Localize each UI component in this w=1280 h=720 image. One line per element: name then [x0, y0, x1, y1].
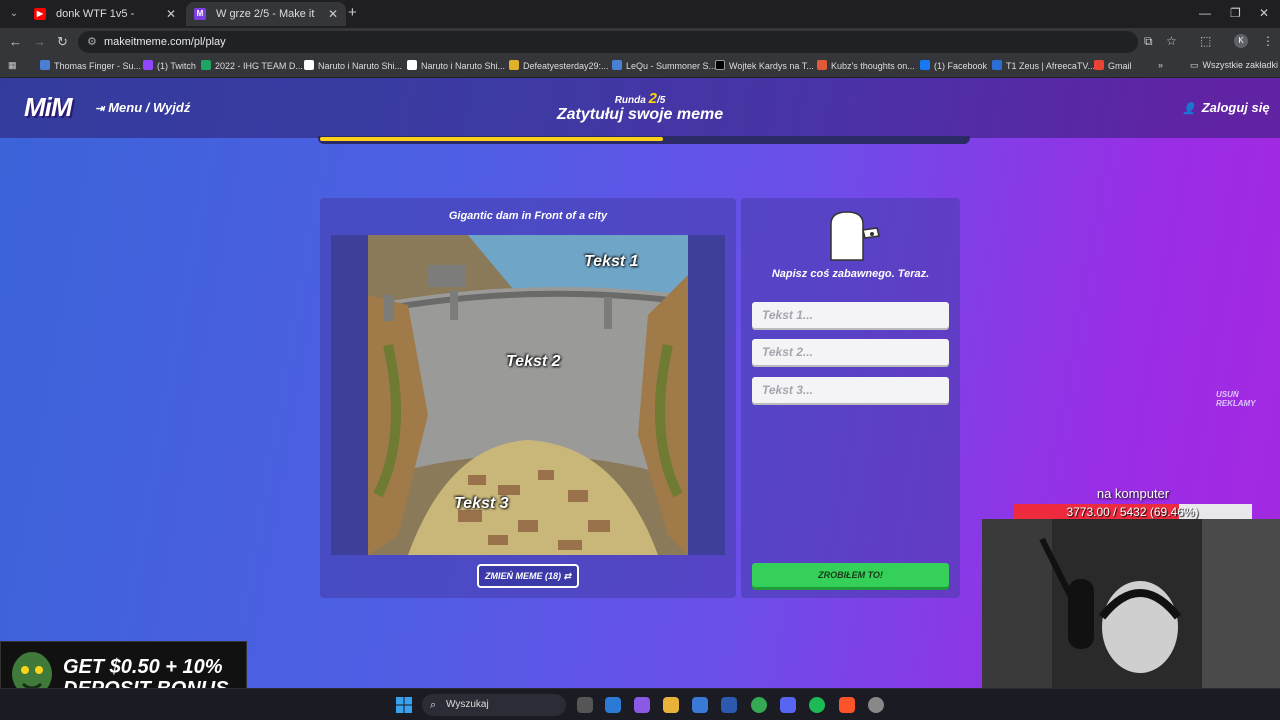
game-header: MiM ⇥ Menu / Wyjdź Runda 2/5 Zatytułuj sw…	[0, 78, 1280, 138]
meme-card: Gigantic dam in Front of a city Tekst 1 …	[320, 198, 736, 598]
settings-icon[interactable]	[868, 697, 884, 713]
bookmark-item[interactable]: (1) Facebook	[920, 60, 987, 71]
close-tab-icon[interactable]: ✕	[328, 2, 338, 26]
address-bar[interactable]: ⚙ makeitmeme.com/pl/play	[78, 31, 1138, 53]
bookmark-item[interactable]: 2022 - IHG TEAM D...	[201, 60, 303, 71]
tab-search-icon[interactable]: ⌄	[6, 6, 22, 22]
mim-icon: M	[194, 8, 206, 20]
meme-frame: Tekst 1 Tekst 2 Tekst 3	[331, 235, 725, 555]
reload-icon[interactable]: ↻	[57, 34, 68, 50]
tab-youtube[interactable]: ▶ donk WTF 1v5 - YouTube ✕	[26, 2, 184, 44]
swap-icon: ⇄	[563, 571, 572, 581]
ad-headline: GET $0.50 + 10%	[63, 656, 223, 678]
windows-start-icon[interactable]	[396, 697, 412, 713]
caption-input-2[interactable]	[752, 339, 949, 365]
done-button[interactable]: ZROBIŁEM TO!	[752, 563, 949, 587]
bookmark-item[interactable]: (1) Twitch	[143, 60, 196, 71]
remove-ads-link[interactable]: USUŃ REKLAMY	[1216, 390, 1280, 408]
bookmark-item[interactable]: Naruto i Naruto Shi...	[407, 60, 505, 71]
meme-text-slot-3: Tekst 3	[454, 495, 509, 512]
all-bookmarks-folder[interactable]: ▭ Wszystkie zakładki	[1190, 60, 1278, 71]
youtube-icon: ▶	[34, 8, 46, 20]
chrome-icon[interactable]	[751, 697, 767, 713]
caption-panel: Napisz coś zabawnego. Teraz. ZROBIŁEM TO…	[741, 198, 960, 598]
bookmark-item[interactable]: Thomas Finger - Su...	[40, 60, 141, 71]
caption-input-1[interactable]	[752, 302, 949, 328]
discord-icon[interactable]	[780, 697, 796, 713]
bookmark-item[interactable]: Wojtek Kardys na T...	[715, 60, 814, 71]
bookmark-item[interactable]: T1 Zeus | AfreecaTV...	[992, 60, 1095, 71]
user-icon: 👤	[1182, 103, 1196, 115]
bookmark-item[interactable]: Defeatyesterday29:...	[509, 60, 609, 71]
change-meme-button[interactable]: ZMIEŃ MEME (18) ⇄	[477, 564, 579, 588]
bookmark-item[interactable]: LeQu - Summoner S...	[612, 60, 716, 71]
menu-exit-button[interactable]: ⇥ Menu / Wyjdź	[95, 100, 190, 115]
url-text: makeitmeme.com/pl/play	[104, 36, 226, 48]
taskbar-search[interactable]: ⌕ Wyszukaj	[422, 694, 566, 716]
caption-input-3[interactable]	[752, 377, 949, 403]
login-button[interactable]: 👤 Zaloguj się	[1182, 100, 1270, 115]
file-explorer-icon[interactable]	[663, 697, 679, 713]
bookmark-item[interactable]: Naruto i Naruto Shi...	[304, 60, 402, 71]
meme-image: Tekst 1 Tekst 2 Tekst 3	[368, 235, 688, 555]
exit-icon: ⇥	[95, 103, 105, 115]
search-icon: ⌕	[430, 699, 437, 711]
back-icon[interactable]: ←	[9, 34, 22, 49]
meme-text-slot-2: Tekst 2	[506, 353, 561, 370]
close-window-button[interactable]: ✕	[1259, 6, 1269, 20]
more-bookmarks-icon[interactable]: »	[1158, 60, 1163, 70]
stream-goal-text: 3773.00 / 5432 (69.46%)	[1066, 505, 1199, 519]
close-tab-icon[interactable]: ✕	[166, 2, 176, 26]
site-info-icon[interactable]: ⚙	[87, 35, 97, 48]
meme-title: Gigantic dam in Front of a city	[448, 210, 608, 222]
mascot-icon	[830, 211, 880, 261]
copilot-icon[interactable]	[634, 697, 650, 713]
app-icon[interactable]	[721, 697, 737, 713]
brave-icon[interactable]	[839, 697, 855, 713]
folder-icon: ▭	[1190, 60, 1199, 70]
mim-logo[interactable]: MiM	[24, 92, 73, 123]
apps-grid-icon[interactable]: ▦	[8, 60, 17, 71]
round-timer-fill	[320, 137, 664, 141]
minimize-button[interactable]: —	[1199, 6, 1211, 20]
page-title: Zatytułuj swoje meme	[556, 106, 724, 123]
browser-menu-icon[interactable]: ⋮	[1262, 34, 1274, 48]
windows-taskbar: ⌕ Wyszukaj	[0, 688, 1280, 720]
profile-avatar[interactable]: K	[1234, 34, 1248, 48]
install-app-icon[interactable]: ⧉	[1144, 34, 1153, 49]
restore-button[interactable]: ❐	[1230, 6, 1241, 20]
round-indicator: Runda 2/5	[614, 90, 666, 107]
browser-tab-bar: ⌄ ▶ donk WTF 1v5 - YouTube ✕ M W grze 2/…	[0, 0, 1280, 44]
tab-make-it-meme[interactable]: M W grze 2/5 - Make it Meme ✕	[186, 2, 346, 44]
caption-prompt: Napisz coś zabawnego. Teraz.	[771, 268, 930, 280]
spotify-icon[interactable]	[809, 697, 825, 713]
bookmark-item[interactable]: Gmail	[1094, 60, 1132, 71]
bookmarks-bar: ▦ Thomas Finger - Su... (1) Twitch 2022 …	[0, 56, 1280, 78]
forward-icon[interactable]: →	[33, 34, 46, 49]
task-view-icon[interactable]	[577, 697, 593, 713]
round-timer-bar	[318, 136, 970, 144]
meme-text-slot-1: Tekst 1	[584, 253, 639, 270]
stream-goal-label: na komputer	[1096, 486, 1170, 501]
extensions-icon[interactable]: ⬚	[1200, 34, 1211, 48]
bookmark-star-icon[interactable]: ☆	[1166, 34, 1177, 48]
browser-nav-bar: ← → ↻ ⚙ makeitmeme.com/pl/play ⧉ ☆ ⬚ K ⋮	[0, 28, 1280, 56]
store-icon[interactable]	[692, 697, 708, 713]
outlook-icon[interactable]	[605, 697, 621, 713]
bookmark-item[interactable]: Kubz's thoughts on...	[817, 60, 915, 71]
new-tab-button[interactable]: +	[348, 4, 357, 21]
